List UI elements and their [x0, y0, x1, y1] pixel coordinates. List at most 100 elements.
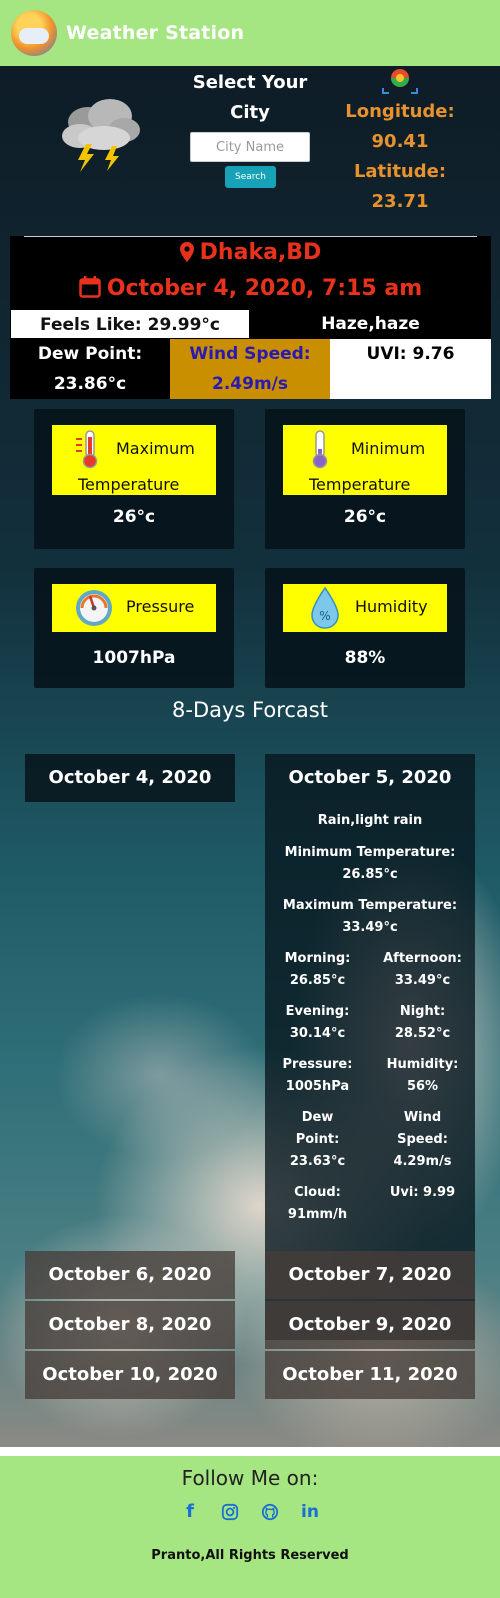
detail-dew-label1: Dew: [301, 1110, 334, 1125]
facebook-icon[interactable]: f: [181, 1502, 199, 1522]
detail-humidity: Humidity: 56%: [370, 1054, 475, 1098]
max-temperature-label2: Temperature: [78, 475, 180, 494]
detail-humidity-value: 56%: [406, 1079, 439, 1094]
longitude-value: 90.41: [371, 131, 429, 152]
detail-evening-value: 30.14°c: [289, 1026, 346, 1041]
humidity-label: Humidity: [355, 597, 428, 616]
detail-pressure-humidity: Pressure: 1005hPa Humidity: 56%: [265, 1054, 475, 1098]
latitude-label: Latitude:: [353, 161, 447, 182]
humidity-pill: % Humidity: [283, 584, 447, 632]
max-temperature-value: 26°c: [112, 507, 156, 527]
detail-afternoon-label: Afternoon:: [383, 951, 462, 966]
forecast-day-3-date: October 6, 2020: [48, 1264, 212, 1285]
main-content: Select Your City Search Longitude: 90.41…: [0, 66, 500, 1447]
current-datetime: October 4, 2020, 7:15 am: [106, 276, 423, 301]
forecast-day-7[interactable]: October 10, 2020: [25, 1351, 235, 1399]
thunderstorm-icon: [62, 99, 140, 172]
city-search-input[interactable]: [190, 132, 310, 162]
min-temperature-label1: Minimum: [351, 439, 426, 458]
footer: Follow Me on: f in Pranto,All Rights Res…: [0, 1456, 500, 1598]
pressure-card: Pressure 1007hPa: [34, 568, 234, 688]
detail-dew-wind: Dew Point: 23.63°c Wind Speed: 4.29m/s: [265, 1107, 475, 1173]
detail-cloud-uvi: Cloud: 91mm/h Uvi: 9.99: [265, 1182, 475, 1226]
map-marker-icon: [179, 242, 194, 262]
follow-heading: Follow Me on:: [181, 1466, 319, 1490]
detail-cloud-label: Cloud:: [294, 1185, 341, 1200]
forecast-day-1[interactable]: October 4, 2020: [25, 754, 235, 802]
select-city-line1: Select Your: [192, 72, 308, 93]
pressure-gauge-icon: [76, 590, 112, 626]
copyright-text: Pranto,All Rights Reserved: [151, 1548, 349, 1563]
forecast-heading: 8-Days Forcast: [172, 698, 328, 722]
select-city-line2: City: [230, 102, 270, 123]
forecast-day-2-date: October 5, 2020: [288, 767, 452, 788]
dew-point: Dew Point: 23.86°c: [10, 339, 170, 399]
humidity-drop-icon: %: [311, 586, 339, 629]
wind-speed-value: 2.49m/s: [212, 374, 288, 394]
forecast-day-2-details: Rain,light rain Minimum Temperature: 26.…: [265, 802, 475, 1226]
app-title[interactable]: Weather Station: [66, 22, 244, 44]
forecast-day-4-date: October 7, 2020: [288, 1264, 452, 1285]
forecast-day-6-date: October 9, 2020: [288, 1314, 452, 1335]
metrics-row: Dew Point: 23.86°c Wind Speed: 2.49m/s U…: [10, 339, 491, 399]
coordinates: Longitude: 90.41 Latitude: 23.71: [340, 97, 460, 217]
datetime-row: October 4, 2020, 7:15 am: [10, 276, 491, 301]
forecast-day-3[interactable]: October 6, 2020: [25, 1251, 235, 1299]
linkedin-icon[interactable]: in: [301, 1502, 319, 1522]
detail-afternoon: Afternoon: 33.49°c: [370, 948, 475, 992]
min-temperature-label2: Temperature: [309, 475, 411, 494]
detail-pressure-label: Pressure:: [282, 1057, 353, 1072]
humidity-card: % Humidity 88%: [265, 568, 465, 688]
detail-morning-afternoon: Morning: 26.85°c Afternoon: 33.49°c: [265, 948, 475, 992]
current-weather-panel: Dhaka,BD October 4, 2020, 7:15 am Feels …: [10, 236, 491, 399]
weather-condition: Haze,haze: [250, 309, 491, 339]
detail-wind: Wind Speed: 4.29m/s: [370, 1107, 475, 1173]
weather-logo-icon[interactable]: [11, 10, 57, 56]
dew-point-label: Dew Point:: [37, 344, 143, 364]
thermometer-cold-icon: [312, 430, 328, 469]
detail-max-value: 33.49°c: [342, 920, 398, 935]
detail-cloud-value: 91mm/h: [287, 1207, 348, 1222]
detail-night-label: Night:: [399, 1004, 446, 1019]
forecast-day-1-date: October 4, 2020: [48, 767, 212, 788]
feels-like: Feels Like: 29.99°c: [10, 309, 250, 339]
max-temperature-label1: Maximum: [116, 439, 195, 458]
min-temperature-value: 26°c: [343, 507, 387, 527]
detail-wind-label2: Speed:: [397, 1132, 448, 1147]
thermometer-hot-icon: [76, 430, 98, 469]
uvi: UVI: 9.76: [330, 339, 491, 399]
detail-night-value: 28.52°c: [394, 1026, 451, 1041]
forecast-day-5[interactable]: October 8, 2020: [25, 1301, 235, 1349]
forecast-day-8[interactable]: October 11, 2020: [265, 1351, 475, 1399]
feels-row: Feels Like: 29.99°c Haze,haze: [10, 309, 491, 339]
social-links: f in: [0, 1502, 500, 1523]
location-row: Dhaka,BD: [10, 240, 491, 265]
search-button[interactable]: Search: [225, 166, 276, 188]
detail-morning-value: 26.85°c: [289, 973, 346, 988]
detail-min-label: Minimum Temperature:: [284, 845, 456, 860]
detail-pressure-value: 1005hPa: [285, 1079, 350, 1094]
forecast-day-6[interactable]: October 9, 2020: [265, 1301, 475, 1349]
detail-dew-value: 23.63°c: [289, 1154, 346, 1169]
humidity-value: 88%: [344, 648, 386, 668]
forecast-day-8-date: October 11, 2020: [282, 1364, 458, 1385]
location-target-icon: [382, 69, 418, 94]
pressure-pill: Pressure: [52, 584, 216, 632]
detail-cloud: Cloud: 91mm/h: [265, 1182, 370, 1226]
github-icon[interactable]: [261, 1502, 279, 1522]
detail-uvi: Uvi: 9.99: [370, 1182, 475, 1226]
pressure-label: Pressure: [126, 597, 195, 616]
forecast-day-4[interactable]: October 7, 2020: [265, 1251, 475, 1299]
detail-morning-label: Morning:: [284, 951, 351, 966]
instagram-icon[interactable]: [221, 1502, 239, 1522]
max-temperature-card: Maximum Temperature 26°c: [34, 409, 234, 549]
detail-pressure: Pressure: 1005hPa: [265, 1054, 370, 1098]
longitude-label: Longitude:: [345, 101, 455, 122]
detail-evening-night: Evening: 30.14°c Night: 28.52°c: [265, 1001, 475, 1045]
pressure-value: 1007hPa: [92, 648, 176, 668]
detail-morning: Morning: 26.85°c: [265, 948, 370, 992]
detail-wind-value: 4.29m/s: [393, 1154, 452, 1169]
detail-night: Night: 28.52°c: [370, 1001, 475, 1045]
calendar-icon: [79, 276, 101, 298]
location-name: Dhaka,BD: [199, 240, 322, 265]
